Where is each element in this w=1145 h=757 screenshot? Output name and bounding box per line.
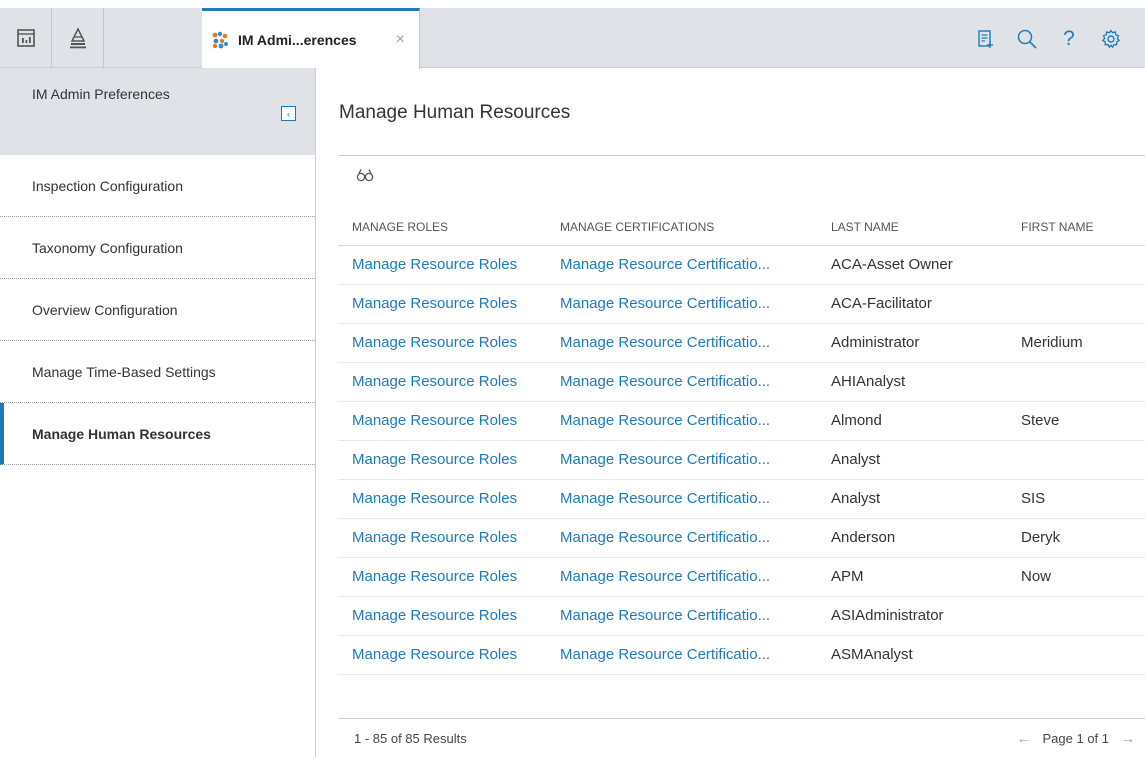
manage-certifications-link[interactable]: Manage Resource Certificatio... <box>560 334 770 351</box>
tab-title: IM Admi...erences <box>238 32 357 48</box>
page-indicator: Page 1 of 1 <box>1042 730 1110 746</box>
search-icon[interactable] <box>1014 26 1040 52</box>
manage-roles-link[interactable]: Manage Resource Roles <box>352 529 517 546</box>
first-name-cell: Meridium <box>1021 334 1083 351</box>
manage-certifications-link[interactable]: Manage Resource Certificatio... <box>560 607 770 624</box>
help-icon[interactable]: ? <box>1056 26 1082 52</box>
last-name-cell: Anderson <box>831 529 896 546</box>
manage-certifications-link[interactable]: Manage Resource Certificatio... <box>560 568 770 585</box>
first-name-cell: Steve <box>1021 412 1060 429</box>
table-row[interactable]: Manage Resource Roles Manage Resource Cer… <box>338 324 1145 363</box>
sidebar-item-overview-configuration[interactable]: Overview Configuration <box>0 279 315 341</box>
manage-roles-link[interactable]: Manage Resource Roles <box>352 412 517 429</box>
sidebar-item-manage-human-resources[interactable]: Manage Human Resources <box>0 403 315 465</box>
table-row[interactable]: Manage Resource Roles Manage Resource Cer… <box>338 402 1145 441</box>
main-content: Manage Human Resources MANAGE ROLES MANA… <box>316 68 1145 757</box>
sidebar-item-taxonomy-configuration[interactable]: Taxonomy Configuration <box>0 217 315 279</box>
manage-roles-link[interactable]: Manage Resource Roles <box>352 568 517 585</box>
dashboard-button[interactable] <box>0 8 52 68</box>
table-row[interactable]: Manage Resource Roles Manage Resource Cer… <box>338 597 1145 636</box>
last-name-cell: ACA-Facilitator <box>831 295 932 312</box>
manage-certifications-link[interactable]: Manage Resource Certificatio... <box>560 373 770 390</box>
asset-hierarchy-icon <box>69 27 86 49</box>
last-name-cell: AHIAnalyst <box>831 373 906 390</box>
close-icon[interactable]: × <box>396 32 405 48</box>
sidebar-item-inspection-configuration[interactable]: Inspection Configuration <box>0 155 315 217</box>
manage-certifications-link[interactable]: Manage Resource Certificatio... <box>560 451 770 468</box>
manage-certifications-link[interactable]: Manage Resource Certificatio... <box>560 295 770 312</box>
pager: ← Page 1 of 1 → <box>1017 730 1136 746</box>
table-row[interactable]: Manage Resource Roles Manage Resource Cer… <box>338 636 1145 675</box>
last-name-cell: Analyst <box>831 451 881 468</box>
column-header-last-name[interactable]: LAST NAME <box>831 220 899 234</box>
new-record-icon[interactable] <box>972 26 998 52</box>
manage-roles-link[interactable]: Manage Resource Roles <box>352 295 517 312</box>
manage-roles-link[interactable]: Manage Resource Roles <box>352 334 517 351</box>
manage-roles-link[interactable]: Manage Resource Roles <box>352 646 517 663</box>
manage-roles-link[interactable]: Manage Resource Roles <box>352 256 517 273</box>
column-header-manage-certifications[interactable]: MANAGE CERTIFICATIONS <box>560 220 714 234</box>
last-name-cell: APM <box>831 568 864 585</box>
im-admin-app-icon <box>212 31 228 49</box>
manage-certifications-link[interactable]: Manage Resource Certificatio... <box>560 490 770 507</box>
find-binoculars-icon[interactable] <box>356 168 374 187</box>
last-name-cell: Analyst <box>831 490 881 507</box>
manage-roles-link[interactable]: Manage Resource Roles <box>352 607 517 624</box>
last-name-cell: Administrator <box>831 334 920 351</box>
sidebar-item-manage-time-based-settings[interactable]: Manage Time-Based Settings <box>0 341 315 403</box>
last-name-cell: ASIAdministrator <box>831 607 944 624</box>
manage-certifications-link[interactable]: Manage Resource Certificatio... <box>560 646 770 663</box>
sidebar-header: IM Admin Preferences ‹ <box>0 68 315 155</box>
table-row[interactable]: Manage Resource Roles Manage Resource Cer… <box>338 441 1145 480</box>
last-name-cell: ASMAnalyst <box>831 646 913 663</box>
table-row[interactable]: Manage Resource Roles Manage Resource Cer… <box>338 480 1145 519</box>
table-row[interactable]: Manage Resource Roles Manage Resource Cer… <box>338 246 1145 285</box>
manage-certifications-link[interactable]: Manage Resource Certificatio... <box>560 529 770 546</box>
table-row[interactable]: Manage Resource Roles Manage Resource Cer… <box>338 519 1145 558</box>
column-header-first-name[interactable]: FIRST NAME <box>1021 220 1093 234</box>
table-row[interactable]: Manage Resource Roles Manage Resource Cer… <box>338 285 1145 324</box>
top-strip <box>0 0 1145 8</box>
last-name-cell: ACA-Asset Owner <box>831 256 953 273</box>
sidebar-title: IM Admin Preferences <box>32 86 170 102</box>
table-footer: 1 - 85 of 85 Results ← Page 1 of 1 → <box>338 718 1145 757</box>
asset-hierarchy-button[interactable] <box>52 8 104 68</box>
manage-certifications-link[interactable]: Manage Resource Certificatio... <box>560 412 770 429</box>
manage-roles-link[interactable]: Manage Resource Roles <box>352 490 517 507</box>
collapse-sidebar-icon[interactable]: ‹ <box>281 106 296 121</box>
settings-icon[interactable] <box>1098 26 1124 52</box>
table-header: MANAGE ROLES MANAGE CERTIFICATIONS LAST … <box>338 208 1145 246</box>
tab-bar: IM Admi...erences × ? <box>0 8 1145 69</box>
results-count: 1 - 85 of 85 Results <box>354 731 467 746</box>
last-name-cell: Almond <box>831 412 882 429</box>
sidebar: IM Admin Preferences ‹ Inspection Config… <box>0 68 316 757</box>
column-header-manage-roles[interactable]: MANAGE ROLES <box>352 220 448 234</box>
dashboard-icon <box>16 29 35 47</box>
first-name-cell: SIS <box>1021 490 1046 507</box>
next-page-icon[interactable]: → <box>1121 730 1135 746</box>
table-row[interactable]: Manage Resource Roles Manage Resource Cer… <box>338 363 1145 402</box>
tab-im-admin-preferences[interactable]: IM Admi...erences × <box>202 8 420 69</box>
first-name-cell: Deryk <box>1021 529 1061 546</box>
previous-page-icon[interactable]: ← <box>1017 730 1031 746</box>
manage-roles-link[interactable]: Manage Resource Roles <box>352 373 517 390</box>
first-name-cell: Now <box>1021 568 1052 585</box>
manage-certifications-link[interactable]: Manage Resource Certificatio... <box>560 256 770 273</box>
page-title: Manage Human Resources <box>339 102 571 123</box>
title-divider <box>338 155 1145 156</box>
manage-roles-link[interactable]: Manage Resource Roles <box>352 451 517 468</box>
table-row[interactable]: Manage Resource Roles Manage Resource Cer… <box>338 558 1145 597</box>
